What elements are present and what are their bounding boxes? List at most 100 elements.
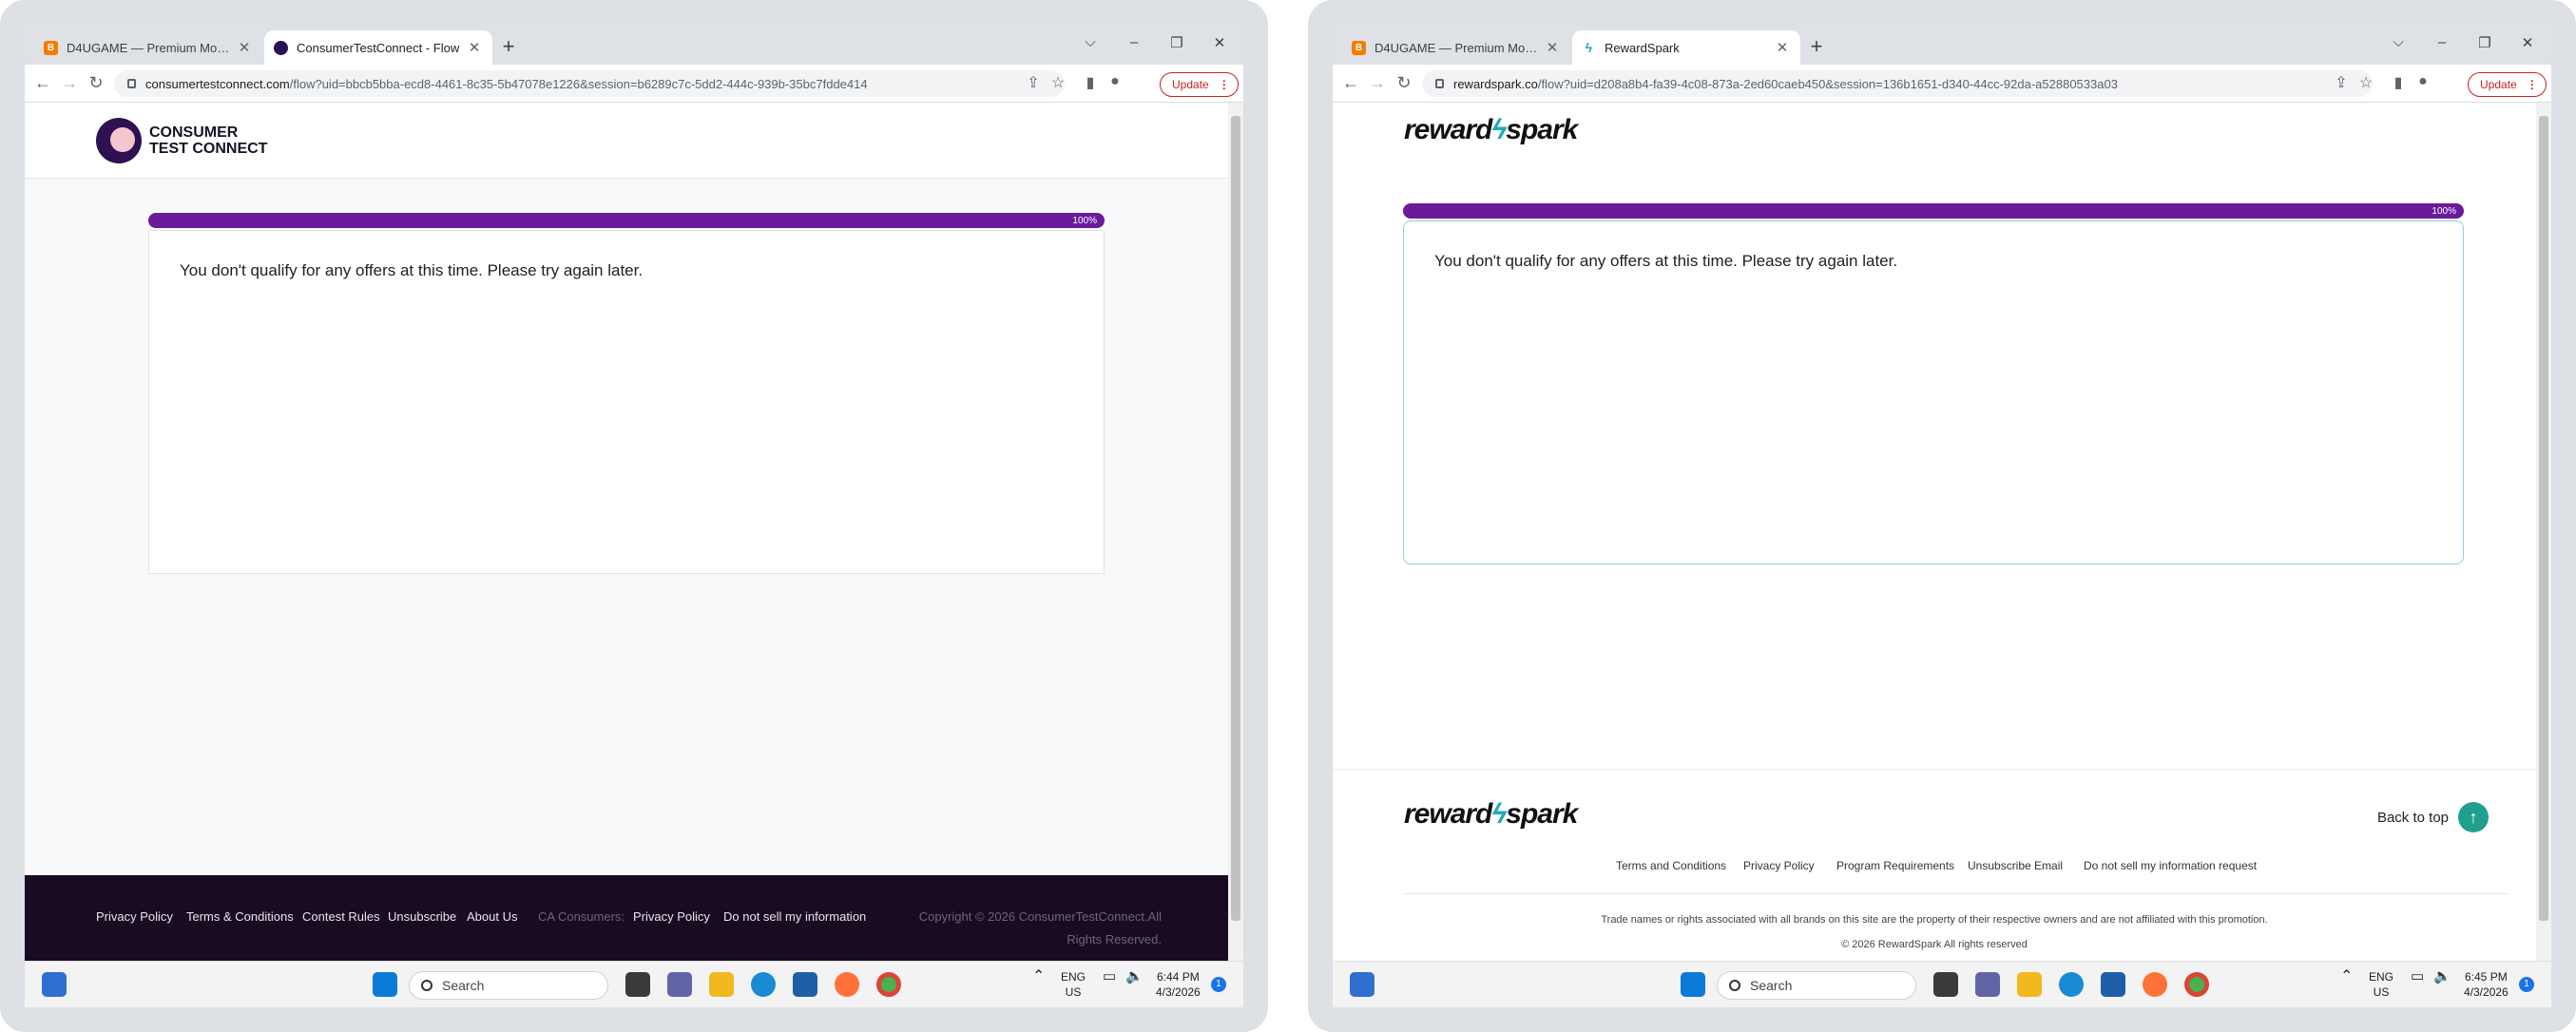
tab-search-icon[interactable]: ⌵ xyxy=(1076,34,1105,50)
toolbar: ← → ↻ rewardspark.co/flow?uid=d208a8b4-f… xyxy=(1333,65,2551,103)
tab-rewardspark[interactable]: ϟ RewardSpark ✕ xyxy=(1572,30,1800,65)
scrollbar[interactable] xyxy=(2536,103,2551,961)
chat-icon[interactable] xyxy=(1975,972,2000,997)
clock[interactable]: 6:45 PM 4/3/2026 xyxy=(2464,969,2509,1000)
chrome-icon[interactable] xyxy=(876,972,901,997)
side-panel-icon[interactable]: ▮ xyxy=(2388,73,2409,92)
address-bar[interactable]: rewardspark.co/flow?uid=d208a8b4-fa39-4c… xyxy=(1422,70,2373,97)
close-tab-icon[interactable]: ✕ xyxy=(466,39,483,56)
screen: B D4UGAME — Premium Mods & ✕ ConsumerTes… xyxy=(25,25,1243,1007)
taskbar-search[interactable]: Search xyxy=(409,971,608,1000)
bookmark-star-icon[interactable]: ☆ xyxy=(1048,73,1068,92)
task-view-icon[interactable] xyxy=(1933,972,1958,997)
start-icon[interactable] xyxy=(1681,972,1705,997)
language-indicator[interactable]: ENG US xyxy=(1061,969,1086,1000)
forward-icon[interactable]: → xyxy=(1367,73,1388,93)
tray-chevron-icon[interactable]: ⌃ xyxy=(2340,969,2353,984)
scrollbar-thumb[interactable] xyxy=(1231,116,1240,921)
footer-link-do-not-sell[interactable]: Do not sell my information xyxy=(723,909,866,924)
file-explorer-icon[interactable] xyxy=(709,972,734,997)
close-window-icon[interactable]: ✕ xyxy=(1205,34,1234,51)
task-view-icon[interactable] xyxy=(625,972,650,997)
tab-search-icon[interactable]: ⌵ xyxy=(2384,34,2413,50)
profile-icon[interactable]: ● xyxy=(2413,73,2433,90)
close-tab-icon[interactable]: ✕ xyxy=(1544,39,1561,56)
footer-link-terms[interactable]: Terms & Conditions xyxy=(186,909,294,924)
consumertestconnect-logo[interactable]: CONSUMER TEST CONNECT xyxy=(96,118,267,163)
edge-icon[interactable] xyxy=(2059,972,2084,997)
clock[interactable]: 6:44 PM 4/3/2026 xyxy=(1156,969,1201,1000)
network-icon[interactable]: ▭ xyxy=(1103,969,1116,984)
new-tab-icon[interactable]: + xyxy=(1804,34,1829,59)
forward-icon[interactable]: → xyxy=(59,73,80,93)
progress-label: 100% xyxy=(2432,205,2456,217)
share-icon[interactable]: ⇪ xyxy=(2331,73,2352,92)
firefox-icon[interactable] xyxy=(2143,972,2167,997)
close-window-icon[interactable]: ✕ xyxy=(2513,34,2542,51)
footer-copyright: Copyright © 2026 ConsumerTestConnect.All xyxy=(918,909,1162,924)
footer-link-program-requirements[interactable]: Program Requirements xyxy=(1836,859,1954,872)
edge-icon[interactable] xyxy=(751,972,776,997)
tab-consumertestconnect[interactable]: ConsumerTestConnect - Flow ✕ xyxy=(264,30,492,65)
store-icon[interactable] xyxy=(793,972,817,997)
update-button[interactable]: Update ⋮ xyxy=(2468,72,2547,97)
back-to-top-button[interactable]: Back to top ↑ xyxy=(2377,802,2489,832)
firefox-icon[interactable] xyxy=(835,972,859,997)
new-tab-icon[interactable]: + xyxy=(496,34,521,59)
footer-link-ca-privacy[interactable]: Privacy Policy xyxy=(633,909,710,924)
side-panel-icon[interactable]: ▮ xyxy=(1080,73,1101,92)
restore-icon[interactable]: ❐ xyxy=(1163,34,1191,51)
tab-d4ugame[interactable]: B D4UGAME — Premium Mods & ✕ xyxy=(1342,30,1570,65)
bolt-icon: ϟ xyxy=(1491,798,1507,830)
close-tab-icon[interactable]: ✕ xyxy=(236,39,253,56)
minimize-icon[interactable]: – xyxy=(1120,34,1148,50)
taskbar-search[interactable]: Search xyxy=(1717,971,1916,1000)
volume-icon[interactable]: 🔈 xyxy=(1125,969,1144,984)
reload-icon[interactable]: ↻ xyxy=(1394,73,1414,93)
scrollbar[interactable] xyxy=(1228,103,1243,961)
network-icon[interactable]: ▭ xyxy=(2411,969,2424,984)
restore-icon[interactable]: ❐ xyxy=(2470,34,2499,51)
chat-icon[interactable] xyxy=(667,972,692,997)
footer-link-unsubscribe-email[interactable]: Unsubscribe Email xyxy=(1968,859,2063,872)
footer-link-about[interactable]: About Us xyxy=(467,909,517,924)
rewardspark-logo[interactable]: rewardϟspark xyxy=(1404,114,1578,146)
footer-link-unsubscribe[interactable]: Unsubscribe xyxy=(388,909,456,924)
update-label: Update xyxy=(2480,78,2517,91)
scrollbar-thumb[interactable] xyxy=(2539,116,2548,921)
footer-link-privacy[interactable]: Privacy Policy xyxy=(1743,859,1815,872)
address-bar[interactable]: consumertestconnect.com/flow?uid=bbcb5bb… xyxy=(114,70,1065,97)
footer-link-privacy[interactable]: Privacy Policy xyxy=(96,909,173,924)
tray-chevron-icon[interactable]: ⌃ xyxy=(1032,969,1045,984)
close-tab-icon[interactable]: ✕ xyxy=(1774,39,1791,56)
notification-badge[interactable]: 1 xyxy=(2519,977,2534,992)
minimize-icon[interactable]: – xyxy=(2428,34,2456,50)
footer-link-do-not-sell[interactable]: Do not sell my information request xyxy=(2084,859,2257,872)
tab-strip: B D4UGAME — Premium Mods & ✕ ϟ RewardSpa… xyxy=(1333,25,2551,65)
file-explorer-icon[interactable] xyxy=(2017,972,2042,997)
back-icon[interactable]: ← xyxy=(1340,73,1361,93)
store-icon[interactable] xyxy=(2101,972,2125,997)
site-footer: Privacy Policy Terms & Conditions Contes… xyxy=(25,875,1228,961)
volume-icon[interactable]: 🔈 xyxy=(2433,969,2451,984)
back-icon[interactable]: ← xyxy=(32,73,53,93)
footer-link-terms[interactable]: Terms and Conditions xyxy=(1616,859,1726,872)
taskbar: Search ⌃ ENG US ▭ 🔈 6:44 PM 4/3/2026 1 xyxy=(25,961,1243,1007)
progress-label: 100% xyxy=(1072,215,1097,226)
bookmark-star-icon[interactable]: ☆ xyxy=(2355,73,2376,92)
footer-logo[interactable]: rewardϟspark xyxy=(1404,798,1578,831)
language-indicator[interactable]: ENG US xyxy=(2369,969,2393,1000)
back-to-top-label: Back to top xyxy=(2376,809,2449,826)
blogger-icon: B xyxy=(44,40,58,55)
start-icon[interactable] xyxy=(373,972,397,997)
share-icon[interactable]: ⇪ xyxy=(1023,73,1044,92)
widgets-icon[interactable] xyxy=(1350,972,1375,997)
chrome-icon[interactable] xyxy=(2184,972,2209,997)
tab-d4ugame[interactable]: B D4UGAME — Premium Mods & ✕ xyxy=(34,30,262,65)
widgets-icon[interactable] xyxy=(42,972,67,997)
profile-icon[interactable]: ● xyxy=(1105,73,1125,90)
update-button[interactable]: Update ⋮ xyxy=(1160,72,1239,97)
notification-badge[interactable]: 1 xyxy=(1211,977,1226,992)
reload-icon[interactable]: ↻ xyxy=(86,73,106,93)
footer-link-contest-rules[interactable]: Contest Rules xyxy=(302,909,380,924)
